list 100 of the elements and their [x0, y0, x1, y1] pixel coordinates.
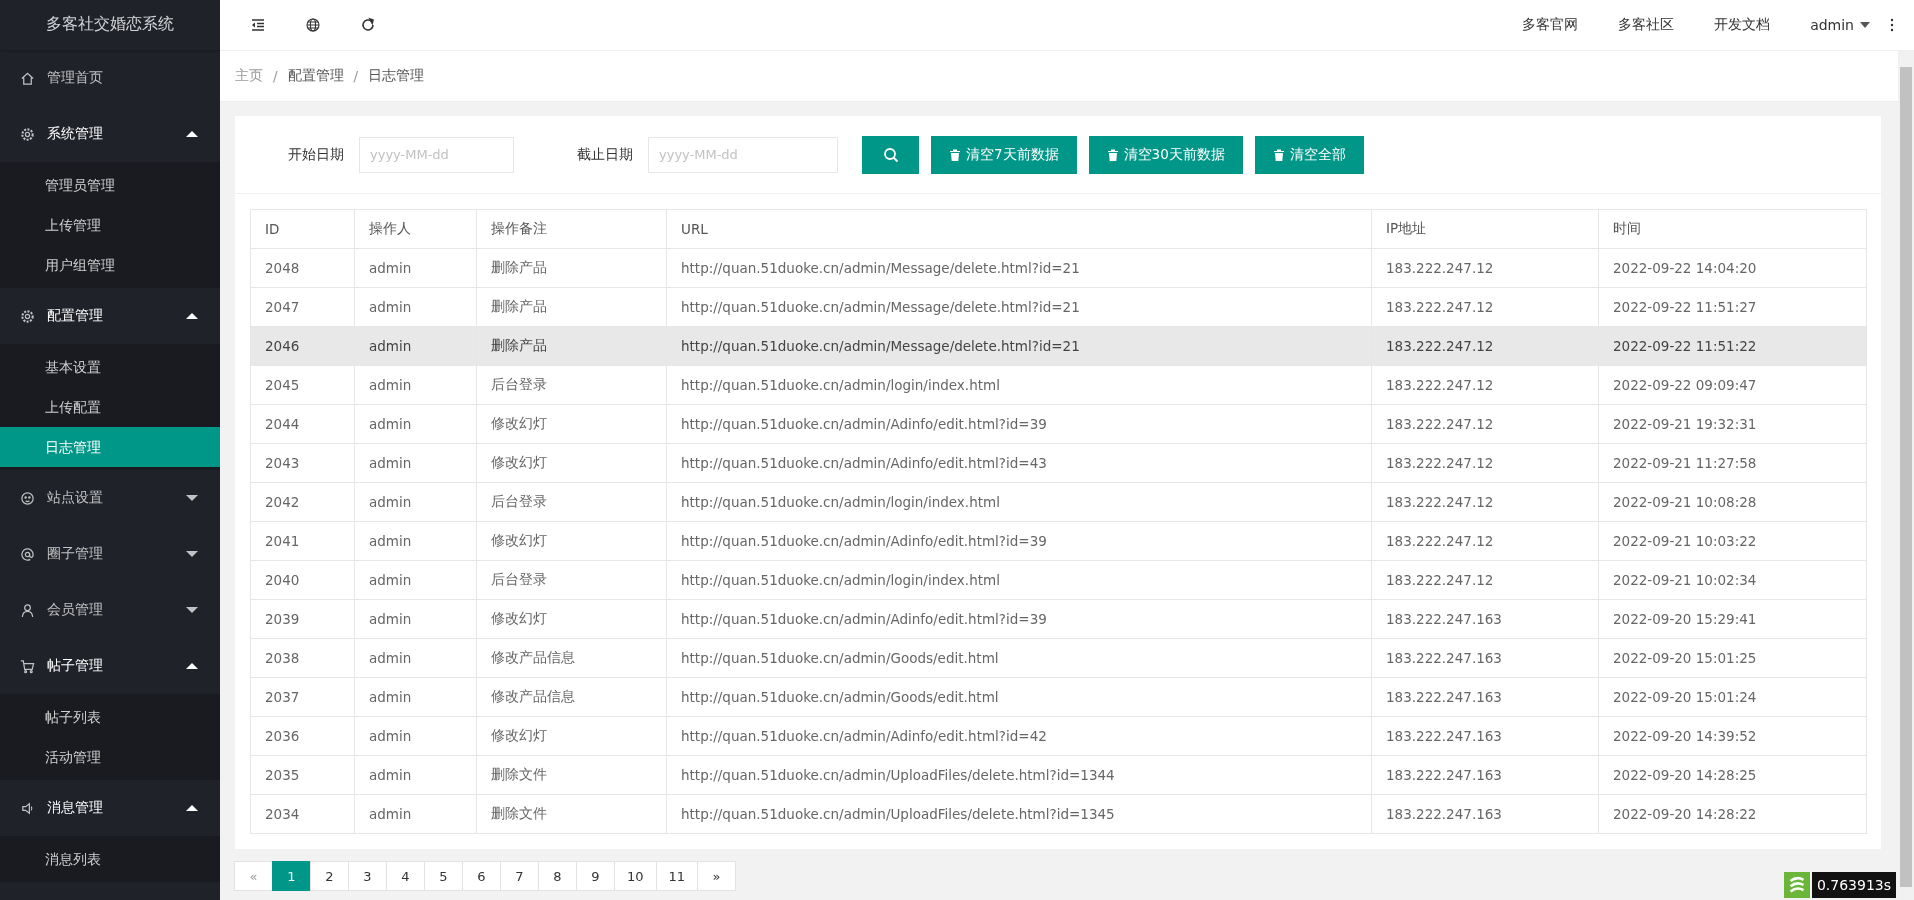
logo-icon	[1781, 872, 1812, 898]
table-cell: 删除产品	[476, 326, 667, 366]
more-icon[interactable]	[1890, 18, 1894, 32]
table-row[interactable]: 2042 admin 后台登录 http://quan.51duoke.cn/admin/login/index.html 183.222.247.12 2022-09-21 10:08:28	[250, 482, 1867, 522]
table-cell: admin	[354, 326, 477, 366]
table-row[interactable]: 2048 admin 删除产品 http://quan.51duoke.cn/admin/Message/delete.html?id=21 183.222.247.12 2022-09-22 14:04:20	[250, 248, 1867, 288]
table-cell: admin	[354, 404, 477, 444]
table-row[interactable]: 2043 admin 修改幻灯 http://quan.51duoke.cn/admin/Adinfo/edit.html?id=43 183.222.247.12 2022-09-21 11:27:58	[250, 443, 1867, 483]
sidebar-item[interactable]: 上传管理	[0, 205, 220, 245]
sidebar-item[interactable]: 管理员管理	[0, 165, 220, 205]
next-page-button[interactable]: »	[697, 861, 737, 891]
table-cell: 删除产品	[476, 248, 667, 288]
table-cell: 2040	[250, 560, 355, 600]
table-row[interactable]: 2045 admin 后台登录 http://quan.51duoke.cn/admin/login/index.html 183.222.247.12 2022-09-22 09:09:47	[250, 365, 1867, 405]
column-header: 时间	[1598, 209, 1867, 249]
sidebar-item[interactable]: 基本设置	[0, 347, 220, 387]
table-row[interactable]: 2039 admin 修改幻灯 http://quan.51duoke.cn/admin/Adinfo/edit.html?id=39 183.222.247.163 2022-09-20 15:29:41	[250, 599, 1867, 639]
page-button[interactable]: 1	[272, 861, 311, 891]
start-date-field[interactable]: yyyy-MM-dd	[359, 136, 514, 173]
breadcrumb-link[interactable]: 日志管理	[368, 67, 425, 85]
table-row[interactable]: 2038 admin 修改产品信息 http://quan.51duoke.cn/admin/Goods/edit.html 183.222.247.163 2022-09-20 15:01:25	[250, 638, 1867, 678]
table-row[interactable]: 2034 admin 删除文件 http://quan.51duoke.cn/admin/UploadFiles/delete.html?id=1345 183.222.247.163 2022-09-20 14:28:22	[250, 794, 1867, 834]
table-row[interactable]: 2046 admin 删除产品 http://quan.51duoke.cn/admin/Message/delete.html?id=21 183.222.247.12 2022-09-22 11:51:22	[250, 326, 1867, 366]
menu-toggle-icon[interactable]	[250, 17, 266, 33]
table-cell: 后台登录	[476, 482, 667, 522]
sidebar-item[interactable]: 日志管理	[0, 427, 220, 467]
refresh-icon[interactable]	[360, 17, 376, 33]
sidebar-group[interactable]: 圈子管理	[0, 526, 220, 582]
table-cell: 183.222.247.12	[1371, 521, 1599, 561]
home-icon	[20, 70, 35, 86]
at-sign-icon	[20, 546, 35, 562]
debug-timer-badge[interactable]: 0.763913s	[1781, 872, 1896, 898]
table-cell: admin	[354, 638, 477, 678]
table-row[interactable]: 2041 admin 修改幻灯 http://quan.51duoke.cn/admin/Adinfo/edit.html?id=39 183.222.247.12 2022-09-21 10:03:22	[250, 521, 1867, 561]
table-cell: http://quan.51duoke.cn/admin/Adinfo/edit.html?id=43	[666, 443, 1372, 483]
table-cell: http://quan.51duoke.cn/admin/Goods/edit.html	[666, 677, 1372, 717]
table-cell: 2046	[250, 326, 355, 366]
sidebar-group[interactable]: 帖子管理	[0, 638, 220, 694]
search-button[interactable]	[862, 135, 919, 174]
table-cell: 2022-09-21 10:02:34	[1598, 560, 1867, 600]
table-cell: admin	[354, 794, 477, 834]
table-cell: admin	[354, 443, 477, 483]
sidebar-group[interactable]: 消息管理	[0, 780, 220, 836]
table-row[interactable]: 2044 admin 修改幻灯 http://quan.51duoke.cn/admin/Adinfo/edit.html?id=39 183.222.247.12 2022-09-21 19:32:31	[250, 404, 1867, 444]
sidebar-item[interactable]: 上传配置	[0, 387, 220, 427]
table-cell: 2043	[250, 443, 355, 483]
page-button[interactable]: 9	[576, 861, 615, 891]
page-button[interactable]: 5	[424, 861, 463, 891]
table-row[interactable]: 2047 admin 删除产品 http://quan.51duoke.cn/admin/Message/delete.html?id=21 183.222.247.12 2022-09-22 11:51:27	[250, 287, 1867, 327]
top-nav-link[interactable]: 开发文档	[1714, 16, 1771, 34]
page-button[interactable]: 4	[386, 861, 425, 891]
table-cell: 2044	[250, 404, 355, 444]
table-cell: 修改幻灯	[476, 599, 667, 639]
clear-button[interactable]: 清空30天前数据	[1088, 135, 1243, 174]
sidebar-group[interactable]: 站点设置	[0, 470, 220, 526]
page-button[interactable]: 11	[655, 861, 699, 891]
clear-button[interactable]: 清空全部	[1254, 135, 1364, 174]
table-cell: admin	[354, 287, 477, 327]
sidebar-group[interactable]: 管理首页	[0, 50, 220, 106]
table-row[interactable]: 2037 admin 修改产品信息 http://quan.51duoke.cn/admin/Goods/edit.html 183.222.247.163 2022-09-20 15:01:24	[250, 677, 1867, 717]
table-cell: 修改产品信息	[476, 638, 667, 678]
sidebar-group[interactable]: 会员管理	[0, 582, 220, 638]
field-label: 开始日期	[288, 145, 344, 164]
top-nav-link[interactable]: 多客社区	[1618, 16, 1675, 34]
breadcrumb-link[interactable]: 配置管理	[287, 67, 344, 85]
table-cell: 2048	[250, 248, 355, 288]
page-button[interactable]: 8	[538, 861, 577, 891]
table-cell: http://quan.51duoke.cn/admin/login/index.html	[666, 365, 1372, 405]
sidebar-item[interactable]: 用户组管理	[0, 245, 220, 285]
table-cell: 183.222.247.12	[1371, 287, 1599, 327]
page-button[interactable]: 6	[462, 861, 501, 891]
page-button[interactable]: 2	[310, 861, 349, 891]
table-cell: 183.222.247.12	[1371, 443, 1599, 483]
table-cell: 2022-09-22 09:09:47	[1598, 365, 1867, 405]
table-cell: http://quan.51duoke.cn/admin/Adinfo/edit.html?id=42	[666, 716, 1372, 756]
table-cell: http://quan.51duoke.cn/admin/login/index.html	[666, 560, 1372, 600]
speaker-icon	[20, 800, 35, 816]
breadcrumb-separator: /	[353, 68, 359, 84]
table-cell: 183.222.247.163	[1371, 755, 1599, 795]
globe-icon[interactable]	[305, 17, 321, 33]
page-button[interactable]: 3	[348, 861, 387, 891]
table-row[interactable]: 2040 admin 后台登录 http://quan.51duoke.cn/admin/login/index.html 183.222.247.12 2022-09-21 10:02:34	[250, 560, 1867, 600]
debug-time: 0.763913s	[1811, 872, 1896, 898]
user-menu[interactable]: admin	[1810, 17, 1870, 33]
sidebar-item[interactable]: 活动管理	[0, 737, 220, 777]
table-row[interactable]: 2035 admin 删除文件 http://quan.51duoke.cn/admin/UploadFiles/delete.html?id=1344 183.222.247.163 2022-09-20 14:28:25	[250, 755, 1867, 795]
page-button[interactable]: 10	[614, 861, 657, 891]
page-button[interactable]: 7	[500, 861, 539, 891]
search-icon	[882, 146, 899, 163]
table-cell: http://quan.51duoke.cn/admin/UploadFiles/delete.html?id=1345	[666, 794, 1372, 834]
sidebar-item[interactable]: 帖子列表	[0, 697, 220, 737]
clear-button[interactable]: 清空7天前数据	[931, 135, 1077, 174]
top-nav-link[interactable]: 多客官网	[1522, 16, 1579, 34]
table-row[interactable]: 2036 admin 修改幻灯 http://quan.51duoke.cn/admin/Adinfo/edit.html?id=42 183.222.247.163 2022-09-20 14:39:52	[250, 716, 1867, 756]
table-cell: 183.222.247.163	[1371, 599, 1599, 639]
sidebar-group[interactable]: 配置管理	[0, 288, 220, 344]
table-cell: 2022-09-22 11:51:27	[1598, 287, 1867, 327]
sidebar-group[interactable]: 系统管理	[0, 106, 220, 162]
table-cell: 后台登录	[476, 560, 667, 600]
end-date-field[interactable]: yyyy-MM-dd	[648, 136, 838, 173]
